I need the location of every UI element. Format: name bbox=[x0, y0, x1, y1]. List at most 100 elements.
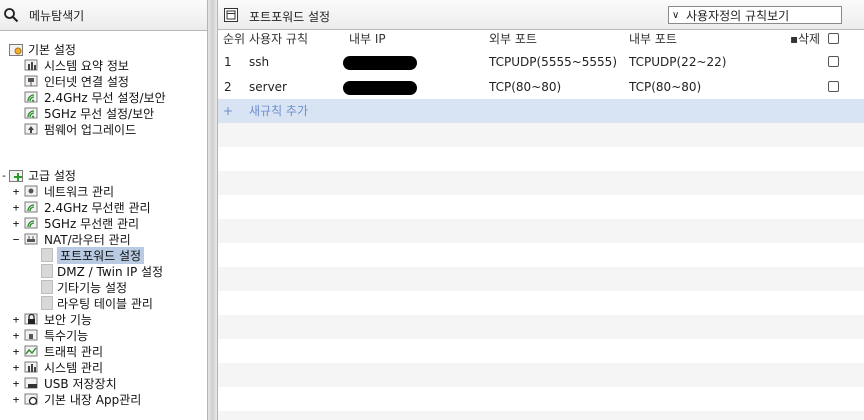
wireless-icon bbox=[24, 91, 38, 103]
row-delete-checkbox[interactable] bbox=[828, 81, 839, 92]
tree-basic-settings[interactable]: 기본 설정 bbox=[8, 41, 76, 57]
app-icon bbox=[24, 393, 38, 406]
tree-item-label: 트래픽 관리 bbox=[44, 344, 104, 359]
tree-item-firmware[interactable]: 펌웨어 업그레이드 bbox=[24, 121, 136, 137]
tree-expand-toggle[interactable]: + bbox=[12, 186, 20, 197]
tree-item-label: 라우팅 테이블 관리 bbox=[57, 296, 153, 311]
empty-row bbox=[218, 339, 864, 363]
tree-expand-toggle[interactable]: + bbox=[12, 202, 20, 213]
traffic-icon bbox=[24, 345, 38, 357]
usb-icon bbox=[24, 377, 38, 389]
panel-header: 포트포워드 설정 ∨ 사용자정의 규칙보기 bbox=[218, 0, 864, 30]
special-icon bbox=[24, 329, 38, 341]
chevron-down-icon: ∨ bbox=[672, 9, 680, 21]
network-icon bbox=[24, 75, 38, 87]
row-rule: ssh bbox=[249, 55, 270, 69]
empty-row bbox=[218, 411, 864, 420]
tree-advanced-settings[interactable]: 고급 설정 bbox=[8, 167, 76, 183]
empty-row bbox=[218, 291, 864, 315]
tree-collapse-toggle[interactable]: - bbox=[0, 170, 8, 181]
add-rule-row[interactable]: + 새규칙 추가 bbox=[218, 99, 864, 123]
tree-expand-toggle[interactable]: + bbox=[12, 330, 20, 341]
tree-expand-toggle[interactable]: + bbox=[12, 378, 20, 389]
page-icon bbox=[41, 280, 53, 294]
column-internal-port: 내부 포트 bbox=[629, 32, 677, 46]
tree-item-misc[interactable]: 기타기능 설정 bbox=[41, 279, 127, 295]
folder-settings-icon bbox=[8, 42, 24, 56]
tree-item-system-summary[interactable]: 시스템 요약 정보 bbox=[24, 57, 129, 73]
empty-row bbox=[218, 219, 864, 243]
tree-item-internet[interactable]: 인터넷 연결 설정 bbox=[24, 73, 129, 89]
row-order: 1 bbox=[224, 55, 232, 69]
tree-item-wireless-24-manage[interactable]: 2.4GHz 무선랜 관리 bbox=[24, 199, 151, 215]
add-icon: + bbox=[223, 104, 234, 118]
tree-item-label: 기타기능 설정 bbox=[57, 280, 128, 295]
tree-item-label: 2.4GHz 무선 설정/보안 bbox=[44, 90, 166, 105]
empty-row bbox=[218, 267, 864, 291]
tree-expand-toggle[interactable]: + bbox=[12, 394, 20, 405]
tree-item-routing-table[interactable]: 라우팅 테이블 관리 bbox=[41, 295, 153, 311]
router-icon bbox=[24, 233, 38, 245]
empty-row bbox=[218, 147, 864, 171]
tree-collapse-toggle[interactable]: − bbox=[12, 234, 20, 245]
row-delete-checkbox[interactable] bbox=[828, 56, 839, 67]
tree-item-usb[interactable]: USB 저장장치 bbox=[24, 375, 117, 391]
wireless-icon bbox=[24, 201, 38, 213]
tree-item-apps[interactable]: 기본 내장 App관리 bbox=[24, 391, 141, 407]
add-rule-button[interactable]: 새규칙 추가 bbox=[249, 99, 308, 123]
wireless-icon bbox=[24, 107, 38, 119]
table-row[interactable]: 1 ssh TCPUDP(5555~5555) TCPUDP(22~22) bbox=[218, 50, 864, 74]
tree-item-traffic[interactable]: 트래픽 관리 bbox=[24, 343, 103, 359]
lock-icon bbox=[24, 313, 38, 325]
page-icon bbox=[41, 264, 53, 278]
tree-expand-toggle[interactable]: + bbox=[12, 346, 20, 357]
redacted-internal-ip bbox=[343, 81, 417, 95]
tree-expand-toggle[interactable]: + bbox=[12, 314, 20, 325]
redacted-internal-ip bbox=[343, 56, 417, 70]
empty-row bbox=[218, 315, 864, 339]
tree-item-network-manage[interactable]: 네트워크 관리 bbox=[24, 183, 114, 199]
tree-item-label: USB 저장장치 bbox=[44, 376, 117, 391]
system-icon bbox=[24, 361, 38, 373]
tree-item-security[interactable]: 보안 기능 bbox=[24, 311, 92, 327]
tree-basic-settings-label: 기본 설정 bbox=[28, 42, 76, 57]
row-external-port: TCP(80~80) bbox=[489, 80, 562, 94]
table-row[interactable]: 2 server TCP(80~80) TCP(80~80) bbox=[218, 75, 864, 99]
menu-explorer-header: 메뉴탐색기 bbox=[0, 0, 207, 31]
table-header: 순위 사용자 규칙 내부 IP 외부 포트 내부 포트 ▪ 삭제 bbox=[218, 27, 864, 51]
row-rule: server bbox=[249, 80, 287, 94]
port-forward-panel: 포트포워드 설정 ∨ 사용자정의 규칙보기 순위 사용자 규칙 내부 IP 외부… bbox=[218, 0, 864, 420]
tree-item-nat-router[interactable]: NAT/라우터 관리 bbox=[24, 231, 131, 247]
tree-item-label: 포트포워드 설정 bbox=[57, 246, 145, 264]
tree-item-port-forward[interactable]: 포트포워드 설정 bbox=[41, 246, 145, 264]
tree-item-dmz[interactable]: DMZ / Twin IP 설정 bbox=[41, 263, 163, 279]
empty-row bbox=[218, 243, 864, 267]
tree-item-label: 2.4GHz 무선랜 관리 bbox=[44, 200, 151, 215]
tree-item-label: DMZ / Twin IP 설정 bbox=[57, 264, 164, 279]
tree-item-wireless-5-manage[interactable]: 5GHz 무선랜 관리 bbox=[24, 215, 139, 231]
network-manage-icon bbox=[24, 185, 38, 197]
search-icon bbox=[4, 8, 19, 23]
tree-expand-toggle[interactable]: + bbox=[12, 362, 20, 373]
tree-item-label: 펌웨어 업그레이드 bbox=[44, 122, 137, 137]
chart-icon bbox=[24, 59, 38, 71]
row-internal-port: TCP(80~80) bbox=[629, 80, 702, 94]
select-all-checkbox[interactable] bbox=[828, 33, 839, 44]
tree-item-wireless-24[interactable]: 2.4GHz 무선 설정/보안 bbox=[24, 89, 166, 105]
tree-item-label: 5GHz 무선랜 관리 bbox=[44, 216, 140, 231]
view-rules-select-value: 사용자정의 규칙보기 bbox=[686, 8, 790, 23]
view-rules-select[interactable]: ∨ 사용자정의 규칙보기 bbox=[668, 6, 842, 24]
column-delete: 삭제 bbox=[798, 32, 821, 46]
tree-item-wireless-5[interactable]: 5GHz 무선 설정/보안 bbox=[24, 105, 154, 121]
tree-item-special[interactable]: 특수기능 bbox=[24, 327, 88, 343]
menu-explorer-panel: 메뉴탐색기 기본 설정 시스템 요약 정보 인터넷 연결 설정 2.4GHz 무… bbox=[0, 0, 207, 420]
page-icon bbox=[41, 296, 53, 310]
tree-item-system-manage[interactable]: 시스템 관리 bbox=[24, 359, 103, 375]
panel-splitter[interactable] bbox=[207, 0, 218, 420]
page-title: 포트포워드 설정 bbox=[249, 10, 331, 24]
tree-item-label: 시스템 관리 bbox=[44, 360, 104, 375]
column-internal-ip: 내부 IP bbox=[349, 32, 386, 46]
wireless-icon bbox=[24, 217, 38, 229]
row-internal-port: TCPUDP(22~22) bbox=[629, 55, 727, 69]
tree-expand-toggle[interactable]: + bbox=[12, 218, 20, 229]
